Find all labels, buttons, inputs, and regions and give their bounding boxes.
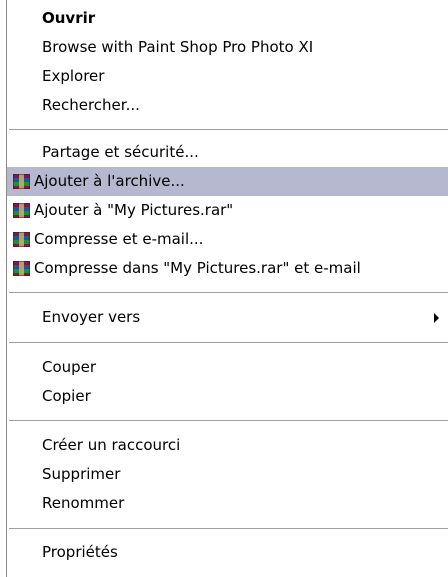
- menu-separator: [9, 342, 448, 343]
- menu-item-explore-label: Explorer: [42, 67, 105, 85]
- menu-separator: [9, 129, 448, 130]
- menu-item-compress-email[interactable]: Compresse et e-mail...: [7, 225, 448, 254]
- menu-item-browse-psp-label: Browse with Paint Shop Pro Photo XI: [42, 38, 314, 56]
- menu-item-properties[interactable]: Propriétés: [7, 538, 448, 567]
- menu-separator: [9, 292, 448, 293]
- menu-item-share-security-label: Partage et sécurité...: [42, 143, 199, 161]
- menu-item-add-to-rar[interactable]: Ajouter à "My Pictures.rar": [7, 196, 448, 225]
- menu-item-send-to[interactable]: Envoyer vers: [7, 303, 448, 332]
- menu-item-rename-label: Renommer: [42, 494, 125, 512]
- menu-item-browse-psp[interactable]: Browse with Paint Shop Pro Photo XI: [7, 33, 448, 62]
- winrar-archive-icon: [13, 174, 30, 189]
- menu-item-delete-label: Supprimer: [42, 465, 121, 483]
- menu-item-copy-label: Copier: [42, 387, 91, 405]
- menu-item-properties-label: Propriétés: [42, 543, 118, 561]
- menu-separator: [9, 528, 448, 529]
- menu-item-send-to-label: Envoyer vers: [42, 308, 141, 326]
- menu-item-explore[interactable]: Explorer: [7, 62, 448, 91]
- menu-item-compress-email-label: Compresse et e-mail...: [34, 230, 204, 248]
- menu-item-add-to-rar-label: Ajouter à "My Pictures.rar": [34, 201, 234, 219]
- winrar-archive-icon: [13, 261, 30, 276]
- menu-item-share-security[interactable]: Partage et sécurité...: [7, 138, 448, 167]
- menu-item-cut[interactable]: Couper: [7, 353, 448, 382]
- menu-item-copy[interactable]: Copier: [7, 382, 448, 411]
- menu-item-compress-rar-email[interactable]: Compresse dans "My Pictures.rar" et e-ma…: [7, 254, 448, 283]
- menu-item-search[interactable]: Rechercher...: [7, 91, 448, 120]
- menu-separator: [9, 420, 448, 421]
- winrar-archive-icon: [13, 203, 30, 218]
- menu-item-compress-rar-email-label: Compresse dans "My Pictures.rar" et e-ma…: [34, 259, 361, 277]
- menu-item-rename[interactable]: Renommer: [7, 489, 448, 518]
- context-menu: Ouvrir Browse with Paint Shop Pro Photo …: [0, 0, 448, 577]
- menu-item-delete[interactable]: Supprimer: [7, 460, 448, 489]
- menu-item-open-label: Ouvrir: [42, 9, 96, 27]
- menu-item-search-label: Rechercher...: [42, 96, 140, 114]
- winrar-archive-icon: [13, 232, 30, 247]
- menu-item-create-shortcut-label: Créer un raccourci: [42, 436, 181, 454]
- menu-item-add-archive-label: Ajouter à l'archive...: [34, 172, 185, 190]
- submenu-arrow-icon: [434, 313, 439, 323]
- menu-item-create-shortcut[interactable]: Créer un raccourci: [7, 431, 448, 460]
- menu-item-add-archive[interactable]: Ajouter à l'archive...: [7, 167, 448, 196]
- menu-item-open[interactable]: Ouvrir: [7, 4, 448, 33]
- menu-item-cut-label: Couper: [42, 358, 97, 376]
